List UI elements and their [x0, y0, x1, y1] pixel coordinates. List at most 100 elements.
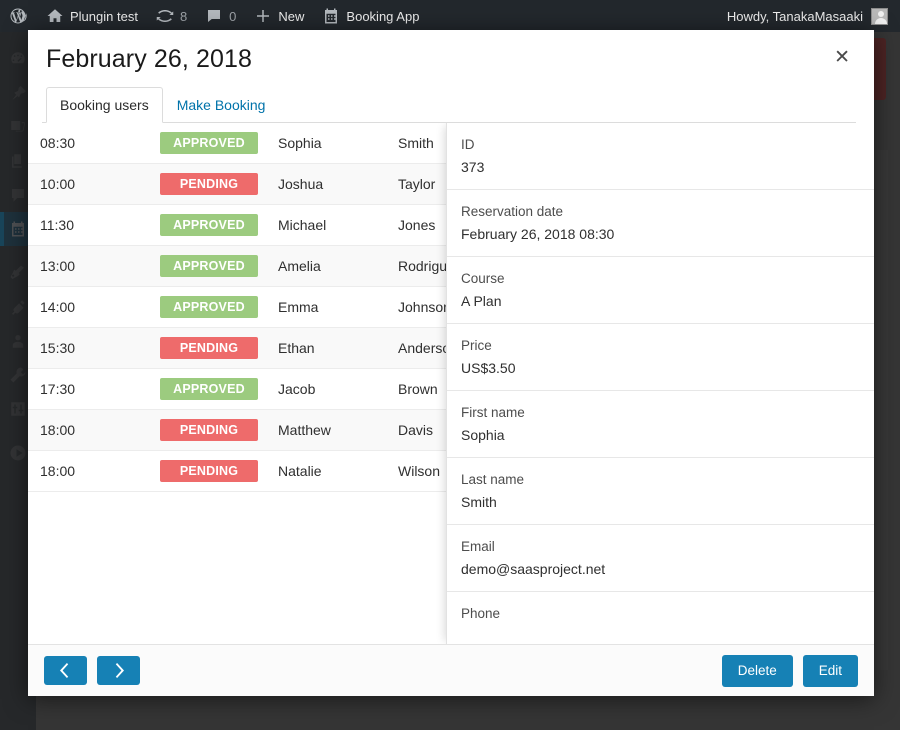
booking-first-name: Jacob — [278, 381, 316, 397]
booking-time: 10:00 — [40, 176, 76, 192]
prev-day-button[interactable] — [44, 656, 87, 685]
detail-value: A Plan — [461, 293, 502, 309]
status-badge: PENDING — [160, 173, 258, 195]
next-day-button[interactable] — [97, 656, 140, 685]
detail-row: Email demo@saasproject.net — [447, 525, 874, 592]
status-badge: PENDING — [160, 337, 258, 359]
updates-menu[interactable]: 8 — [147, 0, 196, 32]
booking-status-cell: APPROVED — [160, 255, 278, 277]
detail-value: Smith — [461, 494, 497, 510]
status-badge: APPROVED — [160, 255, 258, 277]
booking-app-menu[interactable]: Booking App — [313, 0, 428, 32]
detail-label: Course — [461, 271, 505, 286]
modal-footer: Delete Edit — [28, 644, 874, 696]
detail-value — [461, 625, 860, 633]
close-icon[interactable]: ✕ — [834, 48, 850, 67]
booking-detail-panel: ID 373 Reservation date February 26, 2018 0… — [446, 123, 874, 644]
wordpress-admin-page: Plungin test 8 0 New Booking App Howdy, … — [0, 0, 900, 730]
detail-label: Last name — [461, 472, 525, 487]
booking-first-name: Michael — [278, 217, 327, 233]
chevron-left-icon — [60, 663, 71, 678]
booking-app-label: Booking App — [346, 8, 420, 24]
booking-status-cell: APPROVED — [160, 296, 278, 318]
site-name-label: Plungin test — [70, 8, 138, 24]
modal-tabs: Booking users Make Booking — [42, 86, 856, 123]
booking-status-cell: APPROVED — [160, 132, 278, 154]
detail-label: First name — [461, 405, 525, 420]
footer-action-group: Delete Edit — [721, 654, 858, 687]
detail-label: Email — [461, 539, 495, 554]
plus-icon — [254, 7, 272, 25]
detail-row: Phone — [447, 592, 874, 644]
edit-button[interactable]: Edit — [802, 654, 858, 687]
detail-row: Reservation date February 26, 2018 08:30 — [447, 190, 874, 257]
status-badge: APPROVED — [160, 296, 258, 318]
updates-icon — [156, 7, 174, 25]
my-account-menu[interactable]: Howdy, TanakaMasaaki — [726, 7, 900, 25]
booking-first-name: Matthew — [278, 422, 331, 438]
booking-time: 17:30 — [40, 381, 76, 397]
booking-time: 15:30 — [40, 340, 76, 356]
new-label: New — [278, 8, 305, 24]
modal-header: February 26, 2018 ✕ Booking users Make B… — [28, 30, 874, 123]
detail-row: ID 373 — [447, 123, 874, 190]
detail-value: 373 — [461, 159, 485, 175]
booking-first-name: Sophia — [278, 135, 322, 151]
booking-status-cell: APPROVED — [160, 214, 278, 236]
detail-label: ID — [461, 137, 475, 152]
modal-body: 08:30 APPROVED Sophia Smith 10:00 PENDING Josh… — [28, 123, 874, 644]
booking-first-name: Ethan — [278, 340, 315, 356]
booking-first-name: Natalie — [278, 463, 322, 479]
site-name-menu[interactable]: Plungin test — [37, 0, 147, 32]
admin-bar: Plungin test 8 0 New Booking App Howdy, … — [0, 0, 900, 32]
detail-label: Phone — [461, 606, 501, 621]
detail-label: Reservation date — [461, 204, 564, 219]
status-badge: APPROVED — [160, 132, 258, 154]
booking-status-cell: PENDING — [160, 173, 278, 195]
detail-row: Last name Smith — [447, 458, 874, 525]
booking-first-name: Amelia — [278, 258, 321, 274]
detail-value: demo@saasproject.net — [461, 561, 606, 577]
wordpress-icon — [9, 7, 27, 25]
status-badge: PENDING — [160, 419, 258, 441]
status-badge: PENDING — [160, 460, 258, 482]
calendar-icon — [322, 7, 340, 25]
detail-row: First name Sophia — [447, 391, 874, 458]
detail-row: Price US$3.50 — [447, 324, 874, 391]
booking-time: 18:00 — [40, 463, 76, 479]
wordpress-logo-menu[interactable] — [0, 0, 37, 32]
detail-value: Sophia — [461, 427, 505, 443]
detail-row: Course A Plan — [447, 257, 874, 324]
detail-value: February 26, 2018 08:30 — [461, 226, 615, 242]
booking-time: 11:30 — [40, 217, 74, 233]
tab-booking-users[interactable]: Booking users — [46, 87, 163, 123]
updates-count: 8 — [179, 8, 188, 24]
booking-status-cell: PENDING — [160, 460, 278, 482]
footer-nav-group — [44, 656, 140, 685]
booking-status-cell: PENDING — [160, 337, 278, 359]
booking-first-name: Joshua — [278, 176, 324, 192]
new-content-menu[interactable]: New — [245, 0, 313, 32]
status-badge: APPROVED — [160, 378, 258, 400]
status-badge: APPROVED — [160, 214, 258, 236]
page-title: February 26, 2018 — [46, 45, 252, 73]
tab-make-booking[interactable]: Make Booking — [163, 87, 280, 123]
detail-value: US$3.50 — [461, 360, 516, 376]
comment-bubble-icon — [205, 7, 223, 25]
detail-label: Price — [461, 338, 492, 353]
avatar — [871, 7, 888, 25]
home-icon — [46, 7, 64, 25]
booking-status-cell: PENDING — [160, 419, 278, 441]
booking-status-cell: APPROVED — [160, 378, 278, 400]
booking-time: 08:30 — [40, 135, 76, 151]
booking-time: 18:00 — [40, 422, 76, 438]
booking-first-name: Emma — [278, 299, 319, 315]
comments-menu[interactable]: 0 — [196, 0, 245, 32]
chevron-right-icon — [113, 663, 124, 678]
delete-button[interactable]: Delete — [721, 654, 793, 687]
howdy-label: Howdy, TanakaMasaaki — [726, 8, 863, 24]
booking-time: 14:00 — [40, 299, 76, 315]
booking-time: 13:00 — [40, 258, 76, 274]
comments-count: 0 — [229, 8, 237, 24]
booking-modal: February 26, 2018 ✕ Booking users Make B… — [28, 30, 874, 696]
